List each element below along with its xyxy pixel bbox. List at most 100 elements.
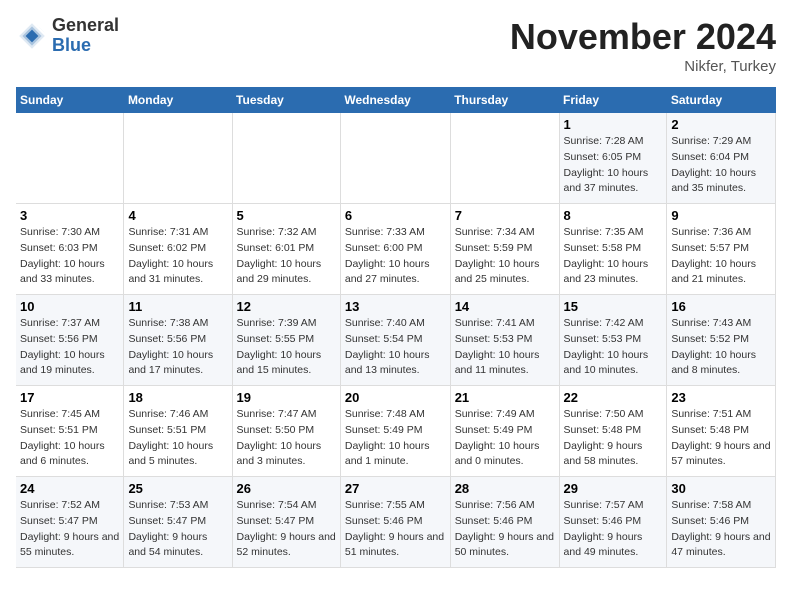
calendar-row: 24 Sunrise: 7:52 AM Sunset: 5:47 PM Dayli…: [16, 477, 776, 568]
location: Nikfer, Turkey: [510, 58, 776, 75]
day-info: Sunrise: 7:33 AM Sunset: 6:00 PM Dayligh…: [345, 225, 446, 288]
day-info: Sunrise: 7:37 AM Sunset: 5:56 PM Dayligh…: [20, 316, 119, 379]
title-block: November 2024 Nikfer, Turkey: [510, 16, 776, 75]
calendar-row: 3 Sunrise: 7:30 AM Sunset: 6:03 PM Daylig…: [16, 204, 776, 295]
day-info: Sunrise: 7:43 AM Sunset: 5:52 PM Dayligh…: [671, 316, 771, 379]
day-number: 9: [671, 208, 771, 223]
day-info: Sunrise: 7:46 AM Sunset: 5:51 PM Dayligh…: [128, 407, 227, 470]
day-number: 23: [671, 390, 771, 405]
calendar-cell: [340, 113, 450, 204]
calendar-cell: 2 Sunrise: 7:29 AM Sunset: 6:04 PM Daylig…: [667, 113, 776, 204]
day-number: 3: [20, 208, 119, 223]
page-header: General Blue November 2024 Nikfer, Turke…: [16, 16, 776, 75]
day-info: Sunrise: 7:39 AM Sunset: 5:55 PM Dayligh…: [237, 316, 336, 379]
day-number: 13: [345, 299, 446, 314]
day-number: 22: [564, 390, 663, 405]
day-number: 21: [455, 390, 555, 405]
day-info: Sunrise: 7:49 AM Sunset: 5:49 PM Dayligh…: [455, 407, 555, 470]
calendar-cell: 18Sunrise: 7:46 AM Sunset: 5:51 PM Dayli…: [124, 386, 232, 477]
calendar-cell: 21 Sunrise: 7:49 AM Sunset: 5:49 PM Dayli…: [450, 386, 559, 477]
day-info: Sunrise: 7:51 AM Sunset: 5:48 PM Dayligh…: [671, 407, 771, 470]
day-info: Sunrise: 7:45 AM Sunset: 5:51 PM Dayligh…: [20, 407, 119, 470]
calendar-cell: 5 Sunrise: 7:32 AM Sunset: 6:01 PM Daylig…: [232, 204, 340, 295]
logo: General Blue: [16, 16, 119, 56]
logo-text: General Blue: [52, 16, 119, 56]
calendar-cell: 16 Sunrise: 7:43 AM Sunset: 5:52 PM Dayli…: [667, 295, 776, 386]
calendar-cell: 6 Sunrise: 7:33 AM Sunset: 6:00 PM Daylig…: [340, 204, 450, 295]
day-info: Sunrise: 7:42 AM Sunset: 5:53 PM Dayligh…: [564, 316, 663, 379]
calendar-cell: [124, 113, 232, 204]
weekday-header: Sunday: [16, 87, 124, 113]
calendar-cell: 25 Sunrise: 7:53 AM Sunset: 5:47 PM Dayli…: [124, 477, 232, 568]
day-info: Sunrise: 7:40 AM Sunset: 5:54 PM Dayligh…: [345, 316, 446, 379]
calendar-cell: 11 Sunrise: 7:38 AM Sunset: 5:56 PM Dayli…: [124, 295, 232, 386]
calendar-cell: 30Sunrise: 7:58 AM Sunset: 5:46 PM Dayli…: [667, 477, 776, 568]
calendar-cell: [232, 113, 340, 204]
calendar-cell: 3 Sunrise: 7:30 AM Sunset: 6:03 PM Daylig…: [16, 204, 124, 295]
weekday-header-row: SundayMondayTuesdayWednesdayThursdayFrid…: [16, 87, 776, 113]
day-info: Sunrise: 7:30 AM Sunset: 6:03 PM Dayligh…: [20, 225, 119, 288]
calendar-table: SundayMondayTuesdayWednesdayThursdayFrid…: [16, 87, 776, 568]
weekday-header: Tuesday: [232, 87, 340, 113]
calendar-cell: 19Sunrise: 7:47 AM Sunset: 5:50 PM Dayli…: [232, 386, 340, 477]
day-number: 24: [20, 481, 119, 496]
day-info: Sunrise: 7:38 AM Sunset: 5:56 PM Dayligh…: [128, 316, 227, 379]
day-number: 15: [564, 299, 663, 314]
calendar-cell: 14 Sunrise: 7:41 AM Sunset: 5:53 PM Dayli…: [450, 295, 559, 386]
day-number: 8: [564, 208, 663, 223]
calendar-cell: 17Sunrise: 7:45 AM Sunset: 5:51 PM Dayli…: [16, 386, 124, 477]
day-info: Sunrise: 7:52 AM Sunset: 5:47 PM Dayligh…: [20, 498, 119, 561]
month-title: November 2024: [510, 16, 776, 58]
day-info: Sunrise: 7:55 AM Sunset: 5:46 PM Dayligh…: [345, 498, 446, 561]
calendar-cell: 26Sunrise: 7:54 AM Sunset: 5:47 PM Dayli…: [232, 477, 340, 568]
day-info: Sunrise: 7:54 AM Sunset: 5:47 PM Dayligh…: [237, 498, 336, 561]
day-number: 20: [345, 390, 446, 405]
day-number: 28: [455, 481, 555, 496]
calendar-cell: 28 Sunrise: 7:56 AM Sunset: 5:46 PM Dayli…: [450, 477, 559, 568]
calendar-cell: 4Sunrise: 7:31 AM Sunset: 6:02 PM Daylig…: [124, 204, 232, 295]
calendar-cell: 20 Sunrise: 7:48 AM Sunset: 5:49 PM Dayli…: [340, 386, 450, 477]
day-info: Sunrise: 7:32 AM Sunset: 6:01 PM Dayligh…: [237, 225, 336, 288]
day-number: 27: [345, 481, 446, 496]
day-info: Sunrise: 7:58 AM Sunset: 5:46 PM Dayligh…: [671, 498, 771, 561]
day-number: 10: [20, 299, 119, 314]
day-number: 2: [671, 117, 771, 132]
calendar-cell: 23 Sunrise: 7:51 AM Sunset: 5:48 PM Dayli…: [667, 386, 776, 477]
calendar-cell: [450, 113, 559, 204]
weekday-header: Monday: [124, 87, 232, 113]
day-info: Sunrise: 7:29 AM Sunset: 6:04 PM Dayligh…: [671, 134, 771, 197]
day-info: Sunrise: 7:35 AM Sunset: 5:58 PM Dayligh…: [564, 225, 663, 288]
calendar-cell: 7Sunrise: 7:34 AM Sunset: 5:59 PM Daylig…: [450, 204, 559, 295]
day-number: 12: [237, 299, 336, 314]
calendar-cell: [16, 113, 124, 204]
day-number: 5: [237, 208, 336, 223]
calendar-cell: 15 Sunrise: 7:42 AM Sunset: 5:53 PM Dayli…: [559, 295, 667, 386]
calendar-cell: 10 Sunrise: 7:37 AM Sunset: 5:56 PM Dayli…: [16, 295, 124, 386]
day-info: Sunrise: 7:50 AM Sunset: 5:48 PM Dayligh…: [564, 407, 663, 470]
calendar-cell: 9 Sunrise: 7:36 AM Sunset: 5:57 PM Daylig…: [667, 204, 776, 295]
logo-icon: [16, 20, 48, 52]
day-number: 25: [128, 481, 227, 496]
day-info: Sunrise: 7:56 AM Sunset: 5:46 PM Dayligh…: [455, 498, 555, 561]
day-number: 29: [564, 481, 663, 496]
day-info: Sunrise: 7:53 AM Sunset: 5:47 PM Dayligh…: [128, 498, 227, 561]
day-number: 11: [128, 299, 227, 314]
calendar-row: 1Sunrise: 7:28 AM Sunset: 6:05 PM Daylig…: [16, 113, 776, 204]
day-info: Sunrise: 7:36 AM Sunset: 5:57 PM Dayligh…: [671, 225, 771, 288]
calendar-row: 17Sunrise: 7:45 AM Sunset: 5:51 PM Dayli…: [16, 386, 776, 477]
day-number: 16: [671, 299, 771, 314]
calendar-cell: 27 Sunrise: 7:55 AM Sunset: 5:46 PM Dayli…: [340, 477, 450, 568]
weekday-header: Friday: [559, 87, 667, 113]
calendar-cell: 12 Sunrise: 7:39 AM Sunset: 5:55 PM Dayli…: [232, 295, 340, 386]
calendar-cell: 13 Sunrise: 7:40 AM Sunset: 5:54 PM Dayli…: [340, 295, 450, 386]
day-info: Sunrise: 7:34 AM Sunset: 5:59 PM Dayligh…: [455, 225, 555, 288]
day-info: Sunrise: 7:28 AM Sunset: 6:05 PM Dayligh…: [564, 134, 663, 197]
day-number: 14: [455, 299, 555, 314]
day-info: Sunrise: 7:48 AM Sunset: 5:49 PM Dayligh…: [345, 407, 446, 470]
calendar-cell: 8 Sunrise: 7:35 AM Sunset: 5:58 PM Daylig…: [559, 204, 667, 295]
day-info: Sunrise: 7:41 AM Sunset: 5:53 PM Dayligh…: [455, 316, 555, 379]
calendar-row: 10 Sunrise: 7:37 AM Sunset: 5:56 PM Dayli…: [16, 295, 776, 386]
day-number: 6: [345, 208, 446, 223]
weekday-header: Wednesday: [340, 87, 450, 113]
calendar-cell: 29Sunrise: 7:57 AM Sunset: 5:46 PM Dayli…: [559, 477, 667, 568]
